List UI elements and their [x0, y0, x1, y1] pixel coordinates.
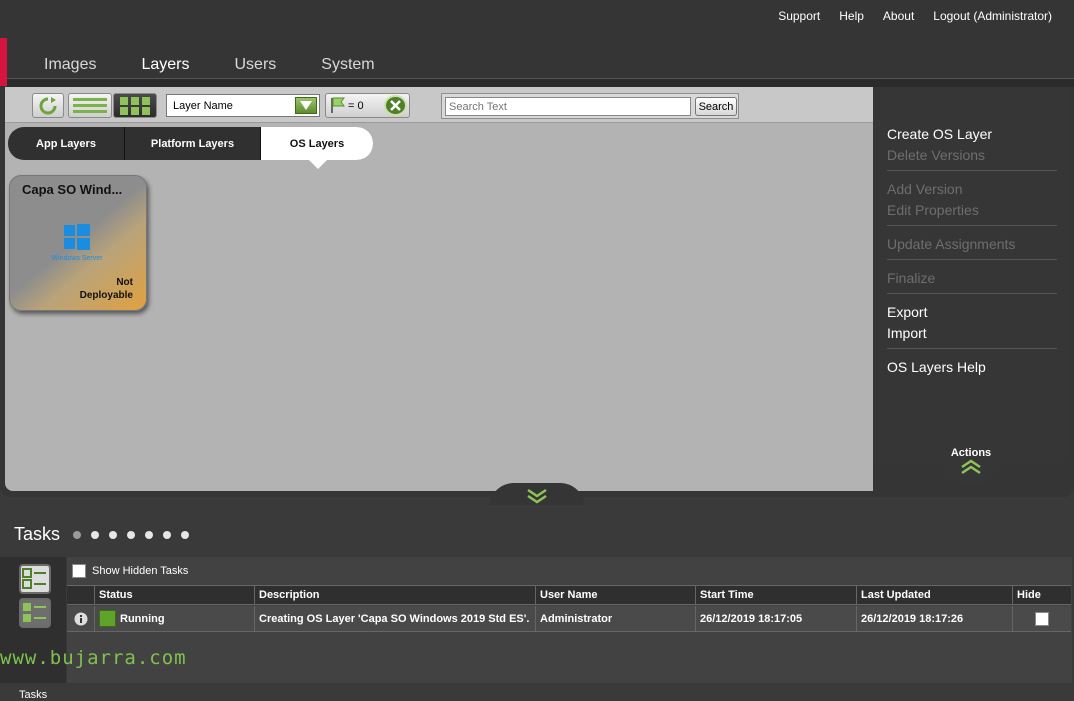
layer-card-title: Capa SO Wind... — [22, 182, 123, 197]
search-input[interactable] — [445, 97, 691, 116]
search-bar: Search — [441, 93, 739, 119]
finalize-action: Finalize — [887, 270, 936, 286]
start-time-cell: 26/12/2019 18:17:05 — [695, 605, 856, 632]
tab-system[interactable]: System — [321, 56, 374, 78]
export-action[interactable]: Export — [887, 304, 927, 320]
update-assignments-action: Update Assignments — [887, 236, 1016, 252]
table-row[interactable]: Running Creating OS Layer 'Capa SO Windo… — [67, 605, 1071, 632]
tab-users[interactable]: Users — [235, 56, 277, 78]
layers-content: Layer Name = 0 Search App Layers Platfor… — [5, 87, 873, 491]
task-checklist-button[interactable] — [19, 598, 51, 628]
flag-count: = 0 — [348, 100, 364, 112]
actions-panel: Create OS Layer Delete Versions Add Vers… — [873, 87, 1069, 463]
loading-indicator — [73, 531, 189, 539]
col-info — [67, 586, 94, 604]
list-view-icon — [73, 98, 107, 113]
sort-select-value: Layer Name — [173, 99, 233, 112]
watermark: www.bujarra.com — [0, 647, 187, 669]
help-link[interactable]: Help — [839, 9, 864, 23]
col-description[interactable]: Description — [254, 586, 535, 604]
grid-view-button[interactable] — [113, 93, 157, 118]
tab-platform-layers[interactable]: Platform Layers — [125, 127, 261, 160]
delete-versions-action: Delete Versions — [887, 147, 986, 163]
clear-filter-button[interactable] — [384, 95, 407, 116]
toolbar: Layer Name = 0 Search — [5, 87, 873, 123]
hide-task-checkbox[interactable] — [1035, 611, 1049, 626]
windows-logo-text: Windows Server — [51, 255, 103, 262]
status-text: Running — [120, 612, 165, 625]
flag-filter[interactable]: = 0 — [325, 93, 410, 118]
grid-view-icon — [120, 96, 150, 115]
windows-icon — [64, 224, 90, 250]
col-user-name[interactable]: User Name — [535, 586, 695, 604]
tasks-table-header: Status Description User Name Start Time … — [67, 585, 1071, 605]
windows-logo: Windows Server — [47, 224, 107, 262]
actions-label: Actions — [950, 447, 992, 459]
layer-card-status: Not Deployable — [80, 276, 133, 302]
about-link[interactable]: About — [883, 9, 914, 23]
last-updated-cell: 26/12/2019 18:17:26 — [856, 605, 1012, 632]
col-start-time[interactable]: Start Time — [695, 586, 856, 604]
col-status[interactable]: Status — [94, 586, 254, 604]
logout-link[interactable]: Logout (Administrator) — [933, 9, 1052, 23]
flag-icon — [331, 97, 345, 113]
layer-type-tabs: App Layers Platform Layers OS Layers — [8, 127, 373, 169]
divider — [887, 170, 1057, 171]
tasks-side-label: Tasks — [19, 689, 48, 701]
import-action[interactable]: Import — [887, 325, 927, 341]
sort-select[interactable]: Layer Name — [166, 94, 320, 117]
edit-properties-action: Edit Properties — [887, 202, 979, 218]
tab-os-layers[interactable]: OS Layers — [261, 127, 373, 169]
add-version-action: Add Version — [887, 181, 963, 197]
tab-app-layers[interactable]: App Layers — [8, 127, 125, 160]
divider — [887, 293, 1057, 294]
status-line-1: Not — [116, 277, 133, 288]
checklist-icon — [23, 603, 46, 622]
close-icon — [390, 100, 401, 111]
nav-divider — [7, 78, 1074, 87]
os-layers-help-action[interactable]: OS Layers Help — [887, 359, 986, 375]
tab-images[interactable]: Images — [44, 56, 96, 78]
divider — [887, 225, 1057, 226]
divider — [887, 259, 1057, 260]
support-link[interactable]: Support — [778, 9, 820, 23]
chevron-down-icon — [527, 488, 547, 504]
info-cell[interactable] — [67, 606, 94, 632]
refresh-button[interactable] — [32, 93, 64, 118]
main-tabs: Images Layers Users System — [44, 56, 375, 86]
tab-layers[interactable]: Layers — [141, 56, 190, 86]
show-hidden-label: Show Hidden Tasks — [92, 565, 189, 577]
chevron-down-icon — [295, 97, 317, 114]
top-links: Support Help About Logout (Administrator… — [778, 9, 1052, 23]
divider — [887, 348, 1057, 349]
refresh-icon — [39, 96, 57, 114]
os-layer-card[interactable]: Capa SO Wind... Windows Server Not Deplo… — [9, 175, 147, 311]
tasks-title: Tasks — [14, 524, 61, 544]
user-cell: Administrator — [535, 605, 695, 632]
col-last-updated[interactable]: Last Updated — [856, 586, 1012, 604]
chevron-up-icon — [961, 459, 981, 475]
status-cell: Running — [94, 605, 254, 632]
running-status-icon — [99, 610, 116, 627]
show-hidden-checkbox[interactable] — [72, 564, 86, 578]
accent-bar — [0, 38, 7, 86]
search-button[interactable]: Search — [695, 97, 737, 116]
actions-toggle[interactable]: Actions — [941, 440, 1001, 486]
description-cell: Creating OS Layer 'Capa SO Windows 2019 … — [254, 605, 535, 632]
info-icon — [74, 612, 87, 625]
tasks-table-panel: Show Hidden Tasks Status Description Use… — [67, 557, 1072, 683]
task-list-button[interactable] — [19, 564, 51, 594]
create-os-layer-action[interactable]: Create OS Layer — [887, 126, 992, 142]
show-hidden-tasks: Show Hidden Tasks — [72, 564, 188, 578]
list-view-button[interactable] — [68, 93, 112, 118]
hide-cell — [1012, 605, 1071, 632]
main-panel: Support Help About Logout (Administrator… — [0, 0, 1074, 497]
col-hide[interactable]: Hide — [1012, 586, 1071, 604]
status-line-2: Deployable — [79, 290, 133, 301]
task-list-icon — [22, 568, 46, 589]
